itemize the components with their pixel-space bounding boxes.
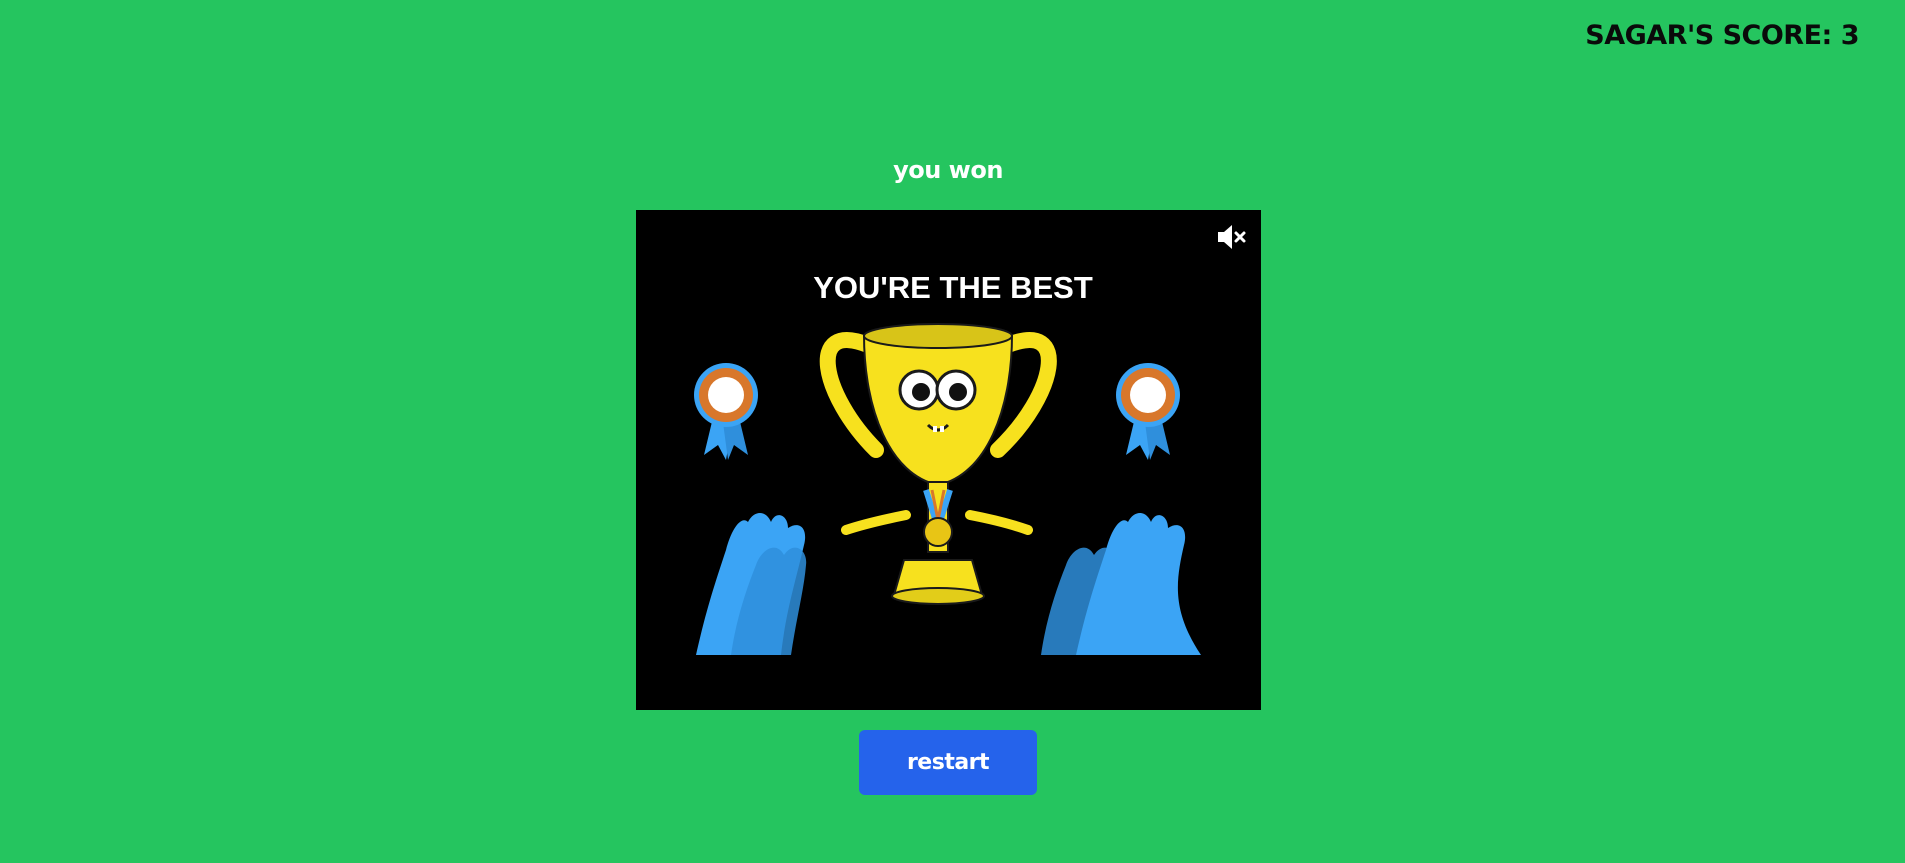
mute-toggle-button[interactable]	[1215, 221, 1247, 253]
ribbon-rosette-right-icon	[1116, 363, 1180, 460]
result-title: you won	[893, 156, 1003, 184]
clapping-hands-left-icon	[696, 513, 807, 655]
celebration-illustration: YOU'RE THE BEST	[694, 270, 1201, 655]
player-score: SAGAR'S SCORE: 3	[1585, 20, 1859, 51]
celebration-gif: YOU'RE THE BEST	[636, 210, 1261, 710]
trophy-character-icon	[819, 323, 1057, 605]
speaker-muted-icon	[1218, 225, 1246, 249]
restart-button[interactable]: restart	[859, 730, 1037, 795]
game-result-page: SAGAR'S SCORE: 3 you won YOU'RE THE BEST	[0, 0, 1905, 863]
ribbon-rosette-left-icon	[694, 363, 758, 460]
clapping-hands-right-icon	[1041, 513, 1201, 655]
celebration-caption: YOU'RE THE BEST	[813, 270, 1093, 305]
